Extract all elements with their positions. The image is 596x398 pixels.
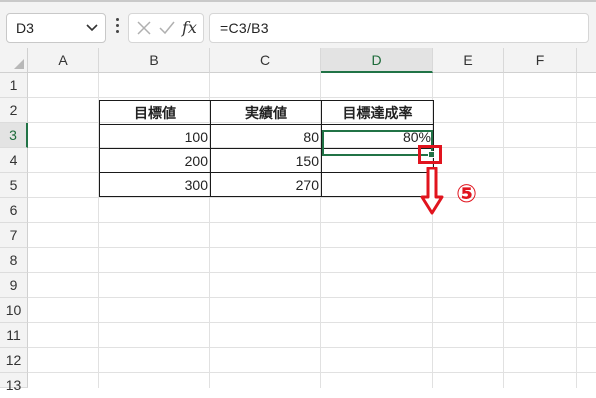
cell-d2[interactable]: 目標達成率 (321, 100, 434, 125)
table-header-row: 目標値 実績値 目標達成率 (99, 100, 434, 125)
gridline (28, 322, 596, 323)
row-header-1[interactable]: 1 (0, 73, 28, 98)
row-header-6[interactable]: 6 (0, 198, 28, 223)
row-header-4[interactable]: 4 (0, 148, 28, 173)
cell-b5[interactable]: 300 (99, 172, 211, 197)
chevron-down-icon[interactable] (86, 23, 98, 33)
row-header-5[interactable]: 5 (0, 173, 28, 198)
row-header-7[interactable]: 7 (0, 223, 28, 248)
row-header-8[interactable]: 8 (0, 248, 28, 273)
gridline (28, 272, 596, 273)
fx-icon[interactable]: fx (182, 18, 197, 37)
table-row: 300 270 (99, 172, 434, 197)
row-header-12[interactable]: 12 (0, 348, 28, 373)
gridline (28, 197, 596, 198)
window-top-edge (0, 0, 596, 2)
cell-b2[interactable]: 目標値 (99, 100, 211, 125)
row-header-3[interactable]: 3 (0, 123, 28, 148)
cancel-x-icon[interactable] (136, 20, 152, 36)
row-header-10[interactable]: 10 (0, 298, 28, 323)
column-header-b[interactable]: B (99, 48, 210, 73)
column-header-next[interactable] (577, 48, 596, 73)
cell-c2[interactable]: 実績値 (210, 100, 322, 125)
gridline (28, 372, 596, 373)
cell-d5[interactable] (321, 172, 434, 197)
cell-c4[interactable]: 150 (210, 148, 322, 173)
gridline (28, 97, 596, 98)
active-cell-selection[interactable] (322, 130, 433, 156)
formula-input[interactable]: =C3/B3 (209, 13, 589, 43)
select-all-corner[interactable] (0, 48, 28, 73)
cell-b4[interactable]: 200 (99, 148, 211, 173)
formula-actions: fx (128, 13, 204, 43)
column-header-f[interactable]: F (504, 48, 577, 73)
step-number-label: ⑤ (456, 179, 478, 208)
highlight-box (418, 145, 442, 164)
row-header-9[interactable]: 9 (0, 273, 28, 298)
column-header-e[interactable]: E (433, 48, 504, 73)
more-options-icon[interactable] (114, 18, 120, 36)
gridline (28, 347, 596, 348)
row-header-2[interactable]: 2 (0, 98, 28, 123)
gridline (28, 247, 596, 248)
cell-c5[interactable]: 270 (210, 172, 322, 197)
gridline (28, 222, 596, 223)
down-arrow-icon (420, 167, 444, 215)
column-header-c[interactable]: C (210, 48, 321, 73)
formula-bar: D3 fx =C3/B3 (0, 6, 596, 48)
cell-b3[interactable]: 100 (99, 124, 211, 149)
column-header-a[interactable]: A (28, 48, 99, 73)
row-header-11[interactable]: 11 (0, 323, 28, 348)
gridline (576, 73, 577, 388)
name-box[interactable]: D3 (6, 13, 106, 43)
name-box-value: D3 (16, 20, 34, 36)
row-header-13[interactable]: 13 (0, 373, 28, 393)
formula-text: =C3/B3 (220, 20, 269, 36)
gridline (503, 73, 504, 388)
worksheet-grid[interactable]: A B C D E F 1 2 3 4 5 6 7 8 9 10 11 12 1… (0, 48, 596, 393)
confirm-check-icon[interactable] (159, 20, 175, 36)
cell-c3[interactable]: 80 (210, 124, 322, 149)
column-header-d[interactable]: D (321, 48, 433, 73)
gridline (28, 297, 596, 298)
